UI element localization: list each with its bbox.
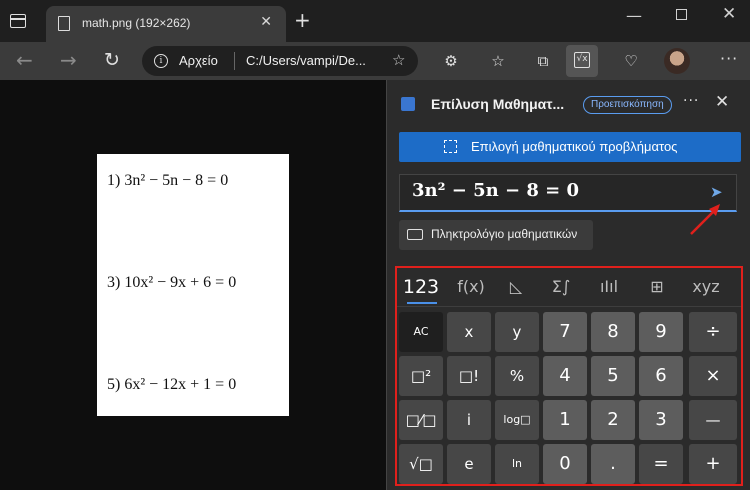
- math-keypad: 123 f(x) ◺ Σ∫ ıIıl ⊞ xyz AC x y 7 8 9 ÷ …: [395, 266, 743, 486]
- avatar[interactable]: [664, 48, 690, 74]
- key-2[interactable]: 2: [591, 400, 635, 440]
- key-ln[interactable]: ln: [495, 444, 539, 484]
- back-icon[interactable]: ←: [16, 49, 33, 71]
- key-7[interactable]: 7: [543, 312, 587, 352]
- sidebar-more-icon[interactable]: ···: [683, 93, 699, 109]
- key-log[interactable]: log□: [495, 400, 539, 440]
- new-tab-icon[interactable]: +: [294, 10, 311, 30]
- keypad-tab-numbers[interactable]: 123: [401, 274, 441, 300]
- add-favorite-icon[interactable]: ☆: [392, 51, 405, 69]
- key-multiply[interactable]: ×: [689, 356, 737, 396]
- file-icon: [58, 16, 70, 31]
- forward-icon[interactable]: →: [60, 49, 77, 71]
- tab-title: math.png (192×262): [82, 16, 191, 30]
- key-6[interactable]: 6: [639, 356, 683, 396]
- selection-icon: [444, 140, 457, 153]
- annotation-arrow-icon: [690, 204, 720, 235]
- keyboard-icon: [407, 229, 423, 240]
- collections-icon[interactable]: ⧉: [532, 50, 554, 72]
- key-factorial[interactable]: □!: [447, 356, 491, 396]
- keypad-tab-variables[interactable]: xyz: [683, 274, 729, 300]
- key-decimal[interactable]: .: [591, 444, 635, 484]
- active-tab-indicator: [407, 302, 437, 304]
- key-4[interactable]: 4: [543, 356, 587, 396]
- math-solver-sidebar: Επίλυση Μαθηματ... Προεπισκόπηση ··· ✕ Ε…: [386, 80, 750, 490]
- key-sqrt[interactable]: √□: [399, 444, 443, 484]
- keypad-tab-trigonometry[interactable]: ◺: [499, 274, 533, 300]
- browser-tab[interactable]: math.png (192×262) ✕: [46, 6, 286, 42]
- key-i[interactable]: i: [447, 400, 491, 440]
- equation-3: 3) 10x² − 9x + 6 = 0: [107, 274, 237, 291]
- address-bar[interactable]: i Αρχείο C:/Users/vampi/De... ☆: [142, 46, 418, 76]
- sidebar-title: Επίλυση Μαθηματ...: [431, 96, 565, 112]
- address-toolbar: ← → ↻ i Αρχείο C:/Users/vampi/De... ☆ ⚙ …: [0, 42, 750, 80]
- key-ac[interactable]: AC: [399, 312, 443, 352]
- key-5[interactable]: 5: [591, 356, 635, 396]
- keypad-divider: [397, 306, 741, 307]
- equation-5: 5) 6x² − 12x + 1 = 0: [107, 376, 237, 393]
- info-icon[interactable]: i: [154, 54, 168, 68]
- browser-essentials-icon[interactable]: ♡: [620, 50, 642, 72]
- equation-input-value: 3n² − 5n − 8 = 0: [412, 180, 580, 201]
- math-keyboard-button[interactable]: Πληκτρολόγιο μαθηματικών: [399, 220, 593, 250]
- address-label: Αρχείο: [179, 53, 218, 68]
- equation-1: 1) 3n² − 5n − 8 = 0: [107, 172, 229, 189]
- maximize-icon[interactable]: [676, 9, 687, 20]
- key-9[interactable]: 9: [639, 312, 683, 352]
- minimize-icon[interactable]: —: [626, 6, 642, 25]
- select-math-problem-label: Επιλογή μαθηματικού προβλήματος: [471, 139, 678, 154]
- preview-badge: Προεπισκόπηση: [583, 96, 672, 114]
- key-plus[interactable]: +: [689, 444, 737, 484]
- math-image: 1) 3n² − 5n − 8 = 0 3) 10x² − 9x + 6 = 0…: [97, 154, 289, 416]
- key-1[interactable]: 1: [543, 400, 587, 440]
- key-0[interactable]: 0: [543, 444, 587, 484]
- math-keyboard-label: Πληκτρολόγιο μαθηματικών: [431, 227, 578, 241]
- math-solver-icon: √x: [574, 52, 590, 68]
- sidebar-close-icon[interactable]: ✕: [715, 92, 729, 112]
- key-square[interactable]: □²: [399, 356, 443, 396]
- extensions-icon[interactable]: ⚙: [440, 50, 462, 72]
- key-y[interactable]: y: [495, 312, 539, 352]
- tab-actions-icon[interactable]: [10, 14, 26, 28]
- key-3[interactable]: 3: [639, 400, 683, 440]
- image-viewer: 1) 3n² − 5n − 8 = 0 3) 10x² − 9x + 6 = 0…: [0, 80, 386, 490]
- keypad-tab-statistics[interactable]: ıIıl: [589, 274, 629, 300]
- tab-close-icon[interactable]: ✕: [260, 14, 272, 30]
- more-options-icon[interactable]: ···: [720, 49, 738, 68]
- keypad-tab-matrices[interactable]: ⊞: [637, 274, 677, 300]
- title-bar: math.png (192×262) ✕ + — ✕: [0, 0, 750, 42]
- refresh-icon[interactable]: ↻: [104, 49, 120, 71]
- key-e[interactable]: e: [447, 444, 491, 484]
- key-divide[interactable]: ÷: [689, 312, 737, 352]
- key-fraction[interactable]: □⁄□: [399, 400, 443, 440]
- address-url[interactable]: C:/Users/vampi/De...: [246, 53, 366, 68]
- select-math-problem-button[interactable]: Επιλογή μαθηματικού προβλήματος: [399, 132, 741, 162]
- key-8[interactable]: 8: [591, 312, 635, 352]
- favorites-icon[interactable]: ☆: [487, 50, 509, 72]
- keypad-tab-calculus[interactable]: Σ∫: [541, 274, 581, 300]
- key-x[interactable]: x: [447, 312, 491, 352]
- key-minus[interactable]: —: [689, 400, 737, 440]
- math-solver-toolbar-button[interactable]: √x: [566, 45, 598, 77]
- math-solver-app-icon: [401, 97, 415, 111]
- address-divider: [234, 52, 235, 70]
- keypad-tab-functions[interactable]: f(x): [449, 274, 493, 300]
- key-equals[interactable]: =: [639, 444, 683, 484]
- key-percent[interactable]: %: [495, 356, 539, 396]
- window-close-icon[interactable]: ✕: [722, 4, 736, 24]
